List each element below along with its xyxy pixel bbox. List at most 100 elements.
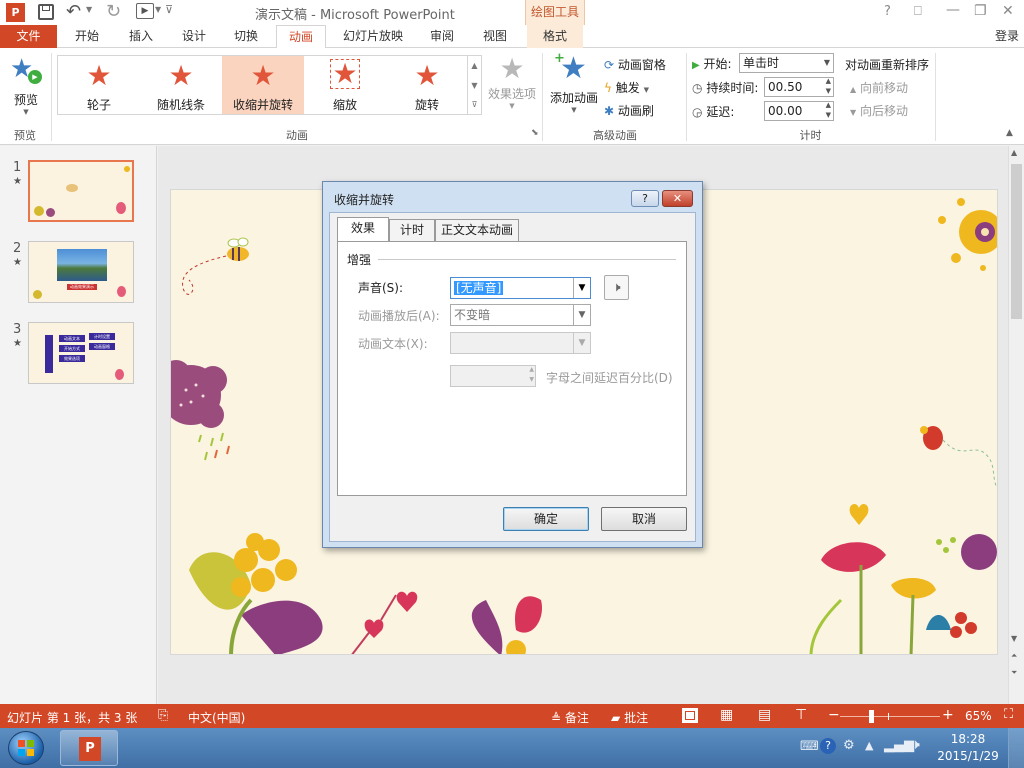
clock-date[interactable]: 2015/1/29 [936, 749, 1000, 763]
tab-transitions[interactable]: 切换 [222, 25, 270, 48]
comments-button[interactable]: ▰ 批注 [611, 709, 648, 726]
cancel-button[interactable]: 取消 [601, 507, 687, 531]
slideshow-view-icon[interactable]: ⊤ [795, 707, 807, 723]
dialog-tab-timing[interactable]: 计时 [389, 219, 435, 241]
clock-time[interactable]: 18:28 [940, 732, 996, 746]
zoom-slider-thumb[interactable] [869, 710, 874, 723]
notes-button[interactable]: ≜ 备注 [551, 709, 589, 726]
customize-qat-icon[interactable]: ⊽ [165, 3, 173, 16]
tab-animations[interactable]: 动画 [276, 25, 326, 49]
ok-button[interactable]: 确定 [503, 507, 589, 531]
qat-more-icon[interactable]: ▼ [155, 5, 161, 14]
keyboard-icon[interactable]: ⌨ [800, 739, 819, 754]
close-button[interactable]: ✕ [1002, 3, 1014, 19]
input-tray-icon[interactable]: ⚙ [843, 738, 855, 753]
gallery-item-zoom[interactable]: ★ 缩放 [304, 56, 386, 114]
sound-select-value: [无声音] [454, 281, 504, 295]
zoom-level[interactable]: 65% [965, 709, 992, 723]
tab-design[interactable]: 设计 [170, 25, 218, 48]
preview-button[interactable]: ★ ▶ 预览 ▼ [4, 52, 48, 122]
volume-icon[interactable]: 🕩 [911, 737, 920, 753]
dialog-close-button[interactable]: ✕ [662, 190, 693, 207]
after-animation-dropdown-icon[interactable]: ▼ [573, 305, 590, 325]
zoom-out-button[interactable]: − [828, 707, 840, 723]
tab-file[interactable]: 文件 [0, 25, 57, 48]
normal-view-icon[interactable] [682, 708, 698, 723]
gallery-item-random-bars[interactable]: ★ 随机线条 [140, 56, 222, 114]
sound-select[interactable]: [无声音] ▼ [450, 277, 591, 299]
move-earlier-button[interactable]: ▲ 向前移动 [850, 79, 908, 96]
spinner-arrows-icon[interactable]: ▲ ▼ [826, 100, 831, 120]
delay-spinner[interactable]: 00.00 ▲ ▼ [764, 101, 834, 121]
after-animation-select[interactable]: 不变暗 ▼ [450, 304, 591, 326]
spinner-arrows-icon[interactable]: ▲ ▼ [826, 76, 831, 96]
move-later-button[interactable]: ▼ 向后移动 [850, 102, 908, 119]
gallery-item-wheel[interactable]: ★ 轮子 [58, 56, 140, 114]
gallery-item-shrink-turn[interactable]: ★ 收缩并旋转 [222, 56, 304, 114]
start-select[interactable]: 单击时 ▼ [739, 53, 834, 73]
magenta-leaf-flower [471, 596, 542, 654]
gallery-more-icon[interactable]: ⊽ [468, 96, 481, 114]
tab-review[interactable]: 审阅 [418, 25, 466, 48]
restore-button[interactable]: ❐ [974, 3, 987, 19]
help-icon[interactable]: ? [884, 4, 891, 19]
show-hidden-icons[interactable]: ▲ [865, 739, 873, 752]
language-indicator[interactable]: 中文(中国) [188, 709, 245, 726]
slide-thumbnail-2[interactable]: 动画效果演示 [28, 241, 134, 303]
letter-delay-spinner[interactable]: ▲ ▼ [450, 365, 536, 387]
gallery-up-icon[interactable]: ▲ [468, 56, 481, 76]
redo-icon[interactable]: ↻ [106, 1, 121, 22]
minimize-button[interactable]: — [946, 2, 960, 18]
animation-painter-button[interactable]: ✱ 动画刷 [604, 102, 654, 119]
collapse-ribbon-icon[interactable]: ▲ [1006, 128, 1013, 138]
scroll-up-icon[interactable]: ▲ [1011, 148, 1017, 157]
sound-dropdown-icon[interactable]: ▼ [573, 278, 590, 298]
dialog-help-button[interactable]: ? [631, 190, 659, 207]
ribbon: ★ ▶ 预览 ▼ 预览 ★ 轮子 ★ 随机线条 ★ 收缩并旋转 ★ 缩放 ★ 旋… [0, 48, 1024, 145]
tab-view[interactable]: 视图 [471, 25, 519, 48]
tab-insert[interactable]: 插入 [117, 25, 165, 48]
trigger-button[interactable]: ϟ 触发 ▼ [604, 79, 649, 96]
reading-view-icon[interactable]: ▤ [758, 707, 771, 723]
slide-sorter-icon[interactable]: ▦ [720, 707, 733, 723]
gallery-down-icon[interactable]: ▼ [468, 76, 481, 96]
zoom-slider-track[interactable] [840, 716, 940, 717]
undo-dropdown-icon[interactable]: ▼ [86, 5, 92, 14]
scroll-thumb[interactable] [1011, 164, 1022, 319]
signin-link[interactable]: 登录 [990, 25, 1024, 48]
duration-spinner[interactable]: 00.50 ▲ ▼ [764, 77, 834, 97]
save-icon[interactable] [38, 4, 54, 20]
speaker-volume-icon[interactable]: 🕨 [604, 275, 629, 300]
powerpoint-app-icon[interactable]: P [6, 3, 25, 22]
taskbar-powerpoint-button[interactable]: P [60, 730, 118, 766]
next-slide-icon[interactable]: ⏷ [1011, 668, 1017, 678]
dialog-tab-effect[interactable]: 效果 [337, 217, 389, 241]
undo-icon[interactable]: ↶ [66, 1, 81, 22]
show-desktop-button[interactable] [1008, 728, 1024, 768]
slide-thumbnail-3[interactable]: 动画文本 开始方式 效果选项 计时设置 动画窗格 [28, 322, 134, 384]
zoom-in-button[interactable]: + [942, 707, 954, 723]
tab-format[interactable]: 格式 [527, 25, 583, 48]
vertical-scrollbar[interactable]: ▲ ▼ ⏶ ⏷ [1008, 146, 1024, 704]
animate-text-dropdown-icon[interactable]: ▼ [573, 333, 590, 353]
animation-pane-button[interactable]: ⟳ 动画窗格 [604, 56, 666, 73]
animation-dialog-launcher-icon[interactable]: ⬊ [531, 128, 539, 138]
add-animation-button[interactable]: ★ + 添加动画 ▼ [546, 51, 602, 123]
spelling-check-icon[interactable]: ⎘ [158, 708, 168, 723]
scroll-down-icon[interactable]: ▼ [1011, 634, 1017, 643]
network-icon[interactable]: ▂▄▆ [884, 738, 914, 753]
tab-slideshow[interactable]: 幻灯片放映 [333, 25, 413, 48]
from-beginning-icon[interactable]: ▶ [136, 3, 154, 19]
help-tray-icon[interactable]: ? [820, 738, 836, 754]
previous-slide-icon[interactable]: ⏶ [1011, 651, 1017, 661]
fit-to-window-icon[interactable]: ⛶ [1004, 707, 1013, 722]
gallery-item-swivel[interactable]: ★ 旋转 [386, 56, 468, 114]
start-button[interactable] [8, 731, 44, 765]
dialog-tab-text-animation[interactable]: 正文文本动画 [435, 219, 519, 241]
slide-thumbnail-1[interactable] [28, 160, 134, 222]
tab-home[interactable]: 开始 [63, 25, 111, 48]
spinner-arrows-icon[interactable]: ▲ ▼ [529, 365, 534, 385]
ribbon-display-options-icon[interactable]: ⎕ [914, 4, 922, 19]
effect-options-button[interactable]: ★ 效果选项 ▼ [486, 53, 538, 123]
animate-text-select[interactable]: ▼ [450, 332, 591, 354]
